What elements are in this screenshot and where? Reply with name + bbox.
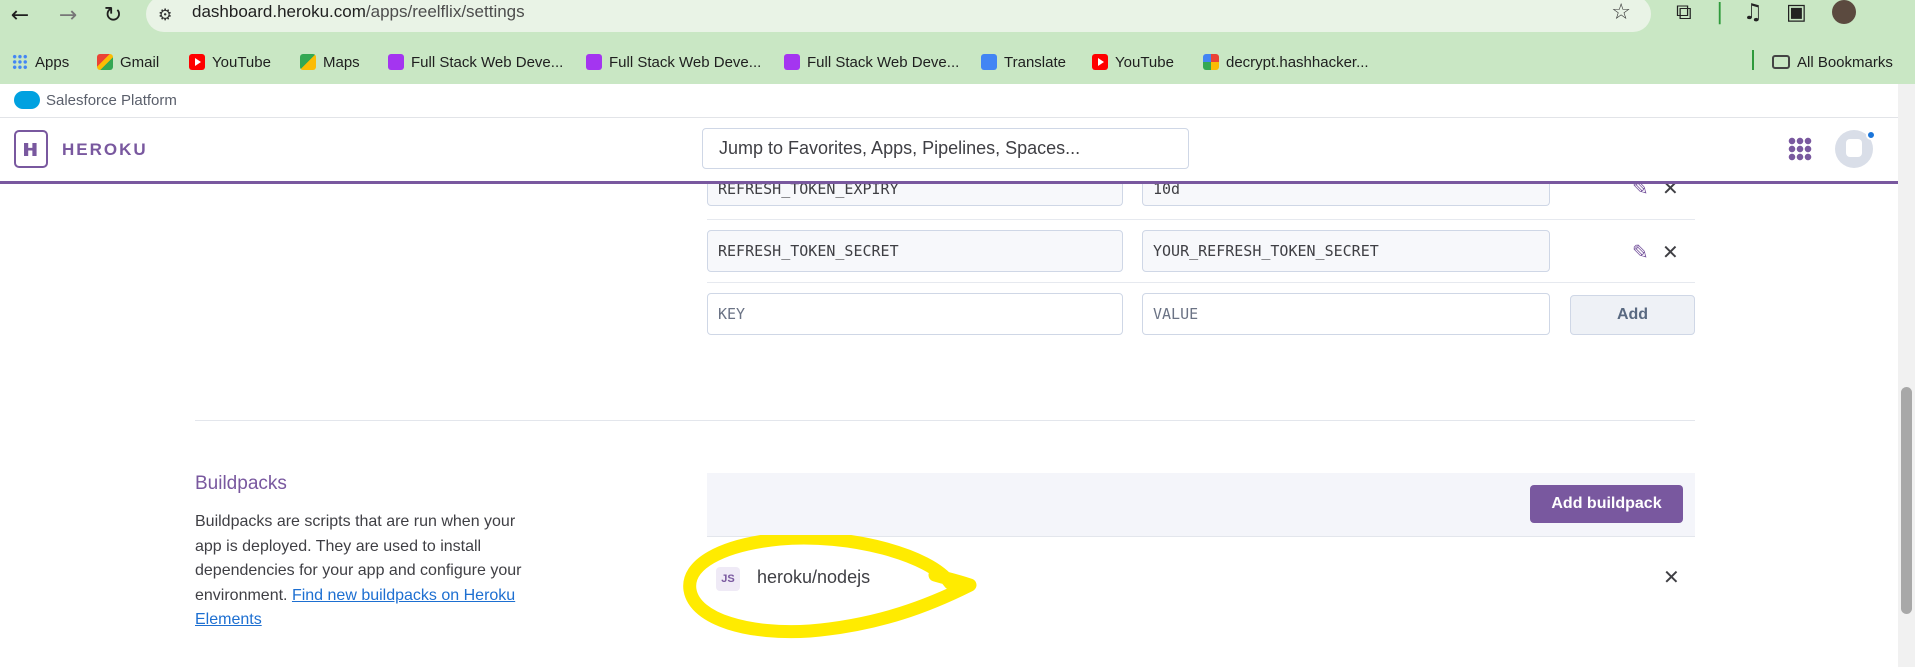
bookmark-label: Gmail — [120, 53, 160, 71]
bookmark-label: Apps — [35, 53, 70, 71]
add-config-var-button[interactable]: Add — [1570, 295, 1695, 335]
buildpack-name: heroku/nodejs — [757, 567, 871, 587]
config-var-key-field[interactable]: REFRESH_TOKEN_SECRET — [707, 230, 1123, 272]
browser-toolbar: ← → ↻ ⚙ dashboard.heroku.com/apps/reelfl… — [0, 0, 1915, 40]
salesforce-cloud-icon — [14, 91, 40, 109]
edit-pencil-icon[interactable]: ✎ — [1632, 240, 1652, 264]
bookmark-gmail[interactable]: Gmail — [97, 51, 159, 73]
new-value-input[interactable]: VALUE — [1142, 293, 1550, 335]
new-key-input[interactable]: KEY — [707, 293, 1123, 335]
udemy-icon — [586, 54, 602, 70]
heroku-logo-icon[interactable]: ʜ — [14, 130, 48, 168]
buildpacks-title: Buildpacks — [195, 473, 287, 494]
bookmarks-separator — [1752, 50, 1754, 70]
google-icon — [1203, 54, 1219, 70]
all-bookmarks[interactable]: All Bookmarks — [1772, 51, 1893, 73]
config-var-value-field[interactable]: YOUR_REFRESH_TOKEN_SECRET — [1142, 230, 1550, 272]
url-host: dashboard.heroku.com — [192, 2, 366, 21]
toolbar-separator: | — [1716, 0, 1724, 25]
profile-avatar[interactable] — [1832, 0, 1856, 24]
back-arrow-icon[interactable]: ← — [7, 2, 33, 28]
bookmark-youtube-2[interactable]: YouTube — [1092, 51, 1174, 73]
js-icon: JS — [716, 567, 740, 591]
bookmark-translate[interactable]: Translate — [981, 51, 1066, 73]
bookmark-fullstack-1[interactable]: Full Stack Web Deve... — [388, 51, 563, 73]
forward-arrow-icon[interactable]: → — [55, 2, 81, 28]
heroku-wordmark[interactable]: HEROKU — [62, 140, 148, 160]
row-divider — [707, 282, 1695, 283]
gmail-icon — [97, 54, 113, 70]
bookmark-maps[interactable]: Maps — [300, 51, 360, 73]
translate-icon — [981, 54, 997, 70]
salesforce-bar: Salesforce Platform — [0, 84, 1898, 118]
bookmark-fullstack-2[interactable]: Full Stack Web Deve... — [586, 51, 761, 73]
add-buildpack-button[interactable]: Add buildpack — [1530, 485, 1683, 523]
bookmark-youtube[interactable]: YouTube — [189, 51, 271, 73]
salesforce-label[interactable]: Salesforce Platform — [46, 92, 177, 109]
bookmark-fullstack-3[interactable]: Full Stack Web Deve... — [784, 51, 959, 73]
url-text[interactable]: dashboard.heroku.com/apps/reelflix/setti… — [192, 2, 525, 22]
udemy-icon — [784, 54, 800, 70]
udemy-icon — [388, 54, 404, 70]
section-divider — [195, 420, 1695, 421]
buildpacks-description: Buildpacks are scripts that are run when… — [195, 510, 540, 633]
bookmark-label: decrypt.hashhacker... — [1226, 53, 1369, 71]
bookmark-decrypt[interactable]: decrypt.hashhacker... — [1203, 51, 1369, 73]
bookmark-label: YouTube — [212, 53, 271, 71]
remove-buildpack-x-icon[interactable]: ✕ — [1663, 565, 1680, 589]
app-launcher-grid-icon[interactable] — [1788, 137, 1812, 161]
notification-dot — [1866, 130, 1876, 140]
delete-x-icon[interactable]: ✕ — [1662, 240, 1679, 264]
bookmark-label: Maps — [323, 53, 360, 71]
scrollbar-thumb[interactable] — [1901, 387, 1912, 614]
bookmark-label: Full Stack Web Deve... — [807, 53, 960, 71]
site-settings-icon[interactable]: ⚙ — [158, 5, 172, 24]
bookmark-label: Full Stack Web Deve... — [411, 53, 564, 71]
bookmark-label: Translate — [1004, 53, 1066, 71]
address-bar[interactable]: ⚙ dashboard.heroku.com/apps/reelflix/set… — [146, 0, 1651, 32]
page-scrollbar[interactable] — [1898, 84, 1915, 667]
maps-icon — [300, 54, 316, 70]
url-path: /apps/reelflix/settings — [365, 2, 525, 21]
bookmark-label: YouTube — [1115, 53, 1174, 71]
bookmark-apps[interactable]: Apps — [12, 51, 69, 73]
jump-search-input[interactable] — [702, 128, 1189, 169]
folder-icon — [1772, 55, 1790, 69]
youtube-icon — [189, 54, 205, 70]
reload-icon[interactable]: ↻ — [100, 2, 126, 28]
youtube-icon — [1092, 54, 1108, 70]
bookmark-star-icon[interactable]: ☆ — [1611, 0, 1631, 25]
side-panel-icon[interactable]: ▣ — [1786, 0, 1807, 25]
media-icon[interactable]: ♫ — [1743, 0, 1763, 25]
all-bookmarks-label: All Bookmarks — [1797, 53, 1893, 71]
extensions-icon[interactable]: ⧉ — [1676, 0, 1692, 25]
apps-grid-icon — [12, 54, 28, 70]
bookmarks-bar: Apps Gmail YouTube Maps Full Stack Web D… — [0, 40, 1915, 84]
row-divider — [707, 219, 1695, 220]
bookmark-label: Full Stack Web Deve... — [609, 53, 762, 71]
